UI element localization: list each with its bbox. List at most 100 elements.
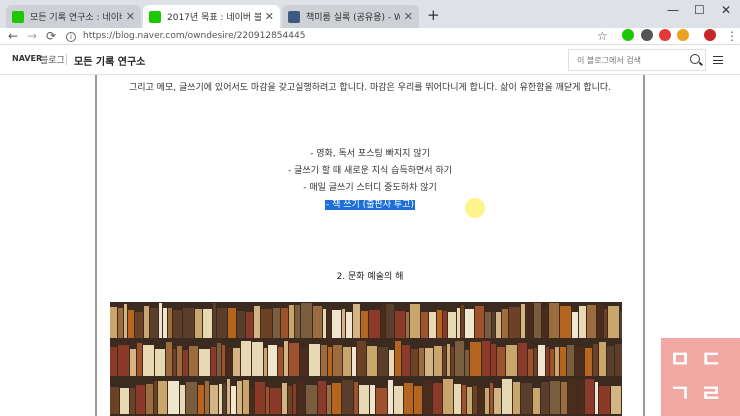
book-spine [546,347,549,376]
book-spine [110,307,117,338]
book-spine [451,347,454,376]
book-spine [289,305,294,338]
book-spine [434,346,442,376]
book-spine [560,306,571,338]
browser-tab-bar: 모든 기록 연구소 : 네이버 블로 ✕ 2017년 목표 : 네이버 블로그 … [0,0,740,28]
tab-1[interactable]: 모든 기록 연구소 : 네이버 블로 ✕ [6,5,141,28]
book-spine [497,347,505,376]
book-spine [186,382,197,414]
book-spine [130,349,136,376]
back-button[interactable]: ← [8,28,18,45]
highlighted-list-item[interactable]: - 책 쓰기 (출판사 투고) [325,200,415,210]
close-icon[interactable]: ✕ [265,10,274,23]
browser-menu-icon[interactable]: ⋮ [726,28,738,45]
blog-title[interactable]: 모든 기록 연구소 [74,53,145,68]
tab-label: 2017년 목표 : 네이버 블로그 [167,13,261,23]
book-spine [611,386,621,414]
book-spine [295,305,300,338]
book-spine [378,347,388,376]
book-spine [526,303,533,338]
book-spine [620,311,622,338]
menu-icon[interactable] [713,56,723,64]
book-spine [219,384,222,414]
book-spine [572,312,578,338]
book-spine [502,309,508,338]
extension-icon[interactable] [641,29,653,41]
book-spine [189,346,198,376]
evernote-extension-icon[interactable] [622,29,634,41]
book-spine [578,380,584,414]
adblock-extension-icon[interactable] [659,29,671,41]
book-spine [268,345,277,376]
book-spine [205,381,209,414]
book-spine [243,380,249,414]
book-spine [437,310,442,338]
book-spine [521,383,532,414]
new-tab-button[interactable]: + [427,6,440,24]
book-spine [168,308,172,338]
book-spine [144,306,149,338]
book-spine [579,306,586,338]
book-spine [465,309,474,338]
book-spine [443,379,453,414]
book-spine [575,347,584,376]
book-spine [228,308,236,338]
minimize-button[interactable]: — [667,3,679,17]
book-spine [110,347,117,376]
book-spine [555,347,559,376]
search-icon[interactable] [690,54,700,64]
bookmark-star-icon[interactable]: ☆ [597,28,608,45]
book-spine [419,348,424,376]
info-icon[interactable]: i [66,31,76,42]
tab-2[interactable]: 2017년 목표 : 네이버 블로그 ✕ [143,5,280,28]
book-spine [159,303,162,338]
book-spine [203,309,212,338]
book-spine [289,343,299,376]
address-bar[interactable]: i https://blog.naver.com/owndesire/22091… [66,29,592,44]
book-spine [369,310,380,338]
list-item: - 매일 글쓰기 스터디 중도하차 않기 [303,183,437,193]
book-spine [599,386,610,414]
naver-logo[interactable]: NAVER [12,54,42,63]
book-spine [595,382,598,414]
book-spine [213,303,216,338]
book-spine [313,306,322,338]
maximize-button[interactable]: ☐ [694,3,705,17]
book-spine [173,349,176,376]
book-spine [231,386,236,414]
divider [66,54,67,65]
book-spine [615,344,622,376]
book-spine [593,344,598,376]
forward-button[interactable]: → [27,28,37,45]
book-spine [534,303,541,338]
book-spine [143,345,154,376]
book-spine [353,304,360,338]
book-spine [241,341,251,376]
profile-avatar-icon[interactable] [704,29,716,41]
book-spine [494,388,501,414]
book-spine [461,305,464,338]
extension-icon[interactable] [677,29,689,41]
book-spine [195,309,202,338]
close-icon[interactable]: ✕ [404,10,413,23]
book-spine [177,346,182,376]
close-window-button[interactable]: ✕ [721,3,731,17]
blog-logo-label[interactable]: 블로그 [40,53,65,66]
book-spine [485,312,491,338]
book-spine [467,387,472,414]
book-spine [550,349,554,376]
book-spine [309,344,320,376]
book-spine [567,345,574,376]
book-spine [210,385,218,414]
book-spine [333,345,342,376]
reload-button[interactable]: ⟳ [46,28,56,45]
tab-3[interactable]: 책미룸 실록 (공유용) - WorkFlo ✕ [282,5,419,28]
post-area: 그리고 메모, 글쓰기에 있어서도 마감을 갖고실행하려고 합니다. 마감은 우… [0,75,740,416]
close-icon[interactable]: ✕ [126,10,135,23]
book-spine [135,312,143,338]
book-spine [150,308,158,338]
blog-search-input[interactable] [568,49,706,71]
book-spine [475,306,484,338]
book-spine [321,345,327,376]
book-spine [328,347,332,376]
